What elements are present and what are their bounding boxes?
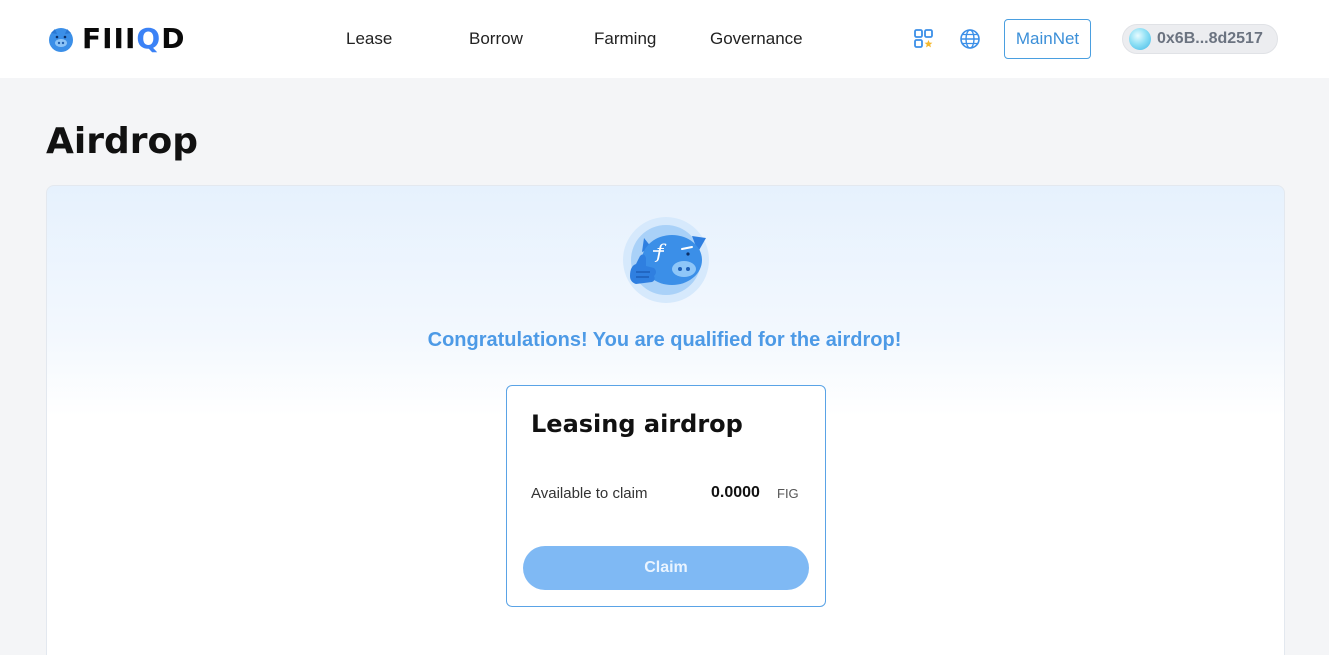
- claim-button[interactable]: Claim: [523, 546, 809, 590]
- brand-wordmark-q: Q: [136, 22, 162, 55]
- available-to-claim-value: 0.0000: [711, 484, 760, 501]
- wallet-address-text: 0x6B...8d2517: [1157, 30, 1263, 47]
- top-navbar: FIIIQD Lease Borrow Farming Governance M…: [0, 0, 1329, 78]
- leasing-airdrop-card: Leasing airdrop Available to claim 0.000…: [506, 385, 826, 607]
- nav-farming[interactable]: Farming: [594, 28, 656, 50]
- brand-logo[interactable]: FIIIQD: [46, 22, 185, 56]
- apps-grid-icon[interactable]: [912, 27, 936, 51]
- nav-borrow[interactable]: Borrow: [469, 28, 523, 50]
- available-to-claim-label: Available to claim: [531, 485, 648, 502]
- wallet-avatar: [1129, 28, 1151, 50]
- brand-wordmark: FIIIQD: [82, 24, 185, 54]
- card-title: Leasing airdrop: [531, 410, 743, 438]
- brand-wordmark-prefix: FIII: [82, 22, 137, 55]
- globe-icon[interactable]: [958, 27, 982, 51]
- token-unit: FIG: [777, 486, 799, 501]
- pig-logo-icon: [46, 24, 76, 54]
- qualification-message: Congratulations! You are qualified for t…: [427, 329, 902, 351]
- nav-governance[interactable]: Governance: [710, 28, 803, 50]
- nav-lease[interactable]: Lease: [346, 28, 392, 50]
- wallet-address-button[interactable]: 0x6B...8d2517: [1122, 24, 1278, 54]
- pig-mascot-thumbs-up-icon: f: [622, 216, 710, 304]
- brand-wordmark-suffix: D: [161, 22, 186, 55]
- network-selector-button[interactable]: MainNet: [1004, 19, 1091, 59]
- page-title: Airdrop: [46, 121, 198, 162]
